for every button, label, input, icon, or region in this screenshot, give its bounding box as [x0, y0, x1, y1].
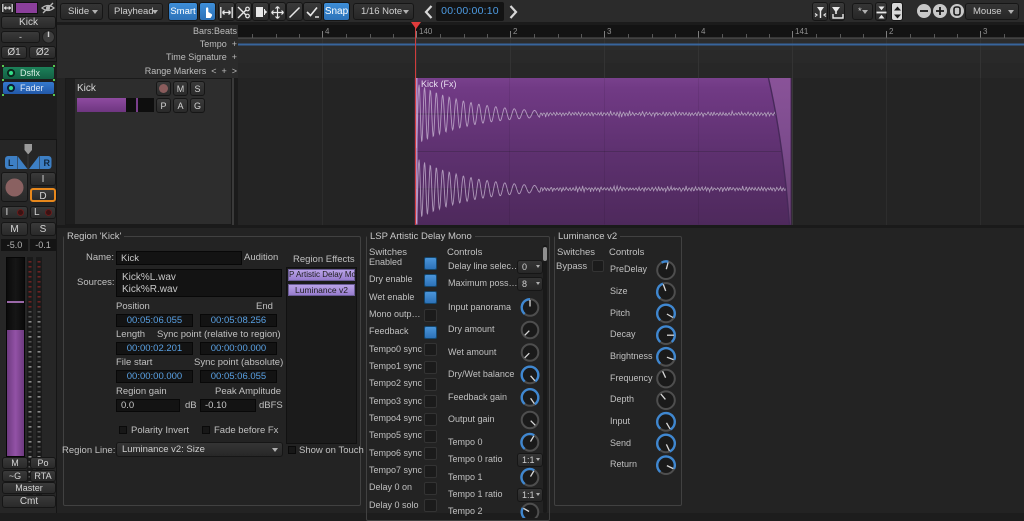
svg-text:Kick (Fx): Kick (Fx)	[421, 79, 457, 89]
svg-text:2: 2	[513, 27, 518, 36]
svg-text:141: 141	[795, 27, 809, 36]
svg-text:3: 3	[983, 27, 988, 36]
svg-text:L: L	[8, 158, 14, 168]
svg-text:R: R	[44, 158, 51, 168]
svg-text:4: 4	[325, 27, 330, 36]
svg-text:4: 4	[701, 27, 706, 36]
svg-text:3: 3	[607, 27, 612, 36]
svg-text:2: 2	[889, 27, 894, 36]
svg-text:140: 140	[419, 27, 433, 36]
